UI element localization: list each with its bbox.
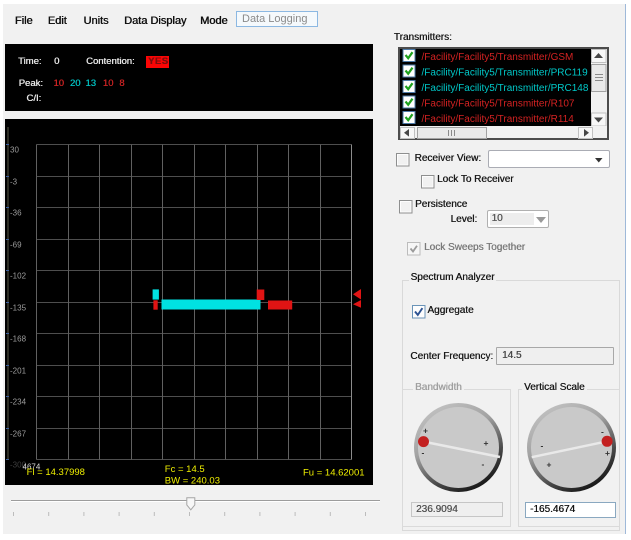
svg-text:-168: -168: [10, 335, 27, 344]
svg-text:Fc = 14.5: Fc = 14.5: [165, 464, 205, 475]
svg-text:-201: -201: [10, 367, 27, 376]
svg-text:+: +: [423, 426, 428, 436]
svg-text:/Facility/Facility5/Transmitte: /Facility/Facility5/Transmitter/R107: [421, 99, 574, 110]
svg-text:-234: -234: [10, 398, 27, 407]
svg-text:Fu = 14.62001: Fu = 14.62001: [303, 468, 365, 479]
svg-text:+: +: [605, 448, 610, 458]
svg-text:/Facility/Facility5/Transmitte: /Facility/Facility5/Transmitter/GSM: [421, 52, 573, 63]
svg-text:/Facility/Facility5/Transmitte: /Facility/Facility5/Transmitter/PRC148: [421, 83, 588, 94]
svg-text:-102: -102: [10, 272, 27, 281]
svg-text:-3: -3: [10, 178, 18, 187]
svg-text:BW = 240.03: BW = 240.03: [165, 476, 220, 486]
svg-text:-267: -267: [10, 430, 27, 439]
svg-text:-36: -36: [10, 209, 22, 218]
svg-text:Fl = 14.37998: Fl = 14.37998: [27, 467, 85, 478]
svg-text:/Facility/Facility5/Transmitte: /Facility/Facility5/Transmitter/PRC119: [421, 68, 588, 79]
svg-text:-135: -135: [10, 304, 27, 313]
svg-text:30: 30: [10, 146, 19, 155]
svg-text:-: -: [482, 459, 485, 469]
svg-text:-: -: [541, 441, 544, 451]
svg-text:-: -: [601, 427, 604, 437]
svg-text:-69: -69: [10, 241, 22, 250]
svg-text:-: -: [422, 448, 425, 458]
svg-text:/Facility/Facility5/Transmitte: /Facility/Facility5/Transmitter/R114: [421, 114, 574, 125]
svg-text:+: +: [547, 460, 552, 470]
svg-text:+: +: [484, 438, 489, 448]
